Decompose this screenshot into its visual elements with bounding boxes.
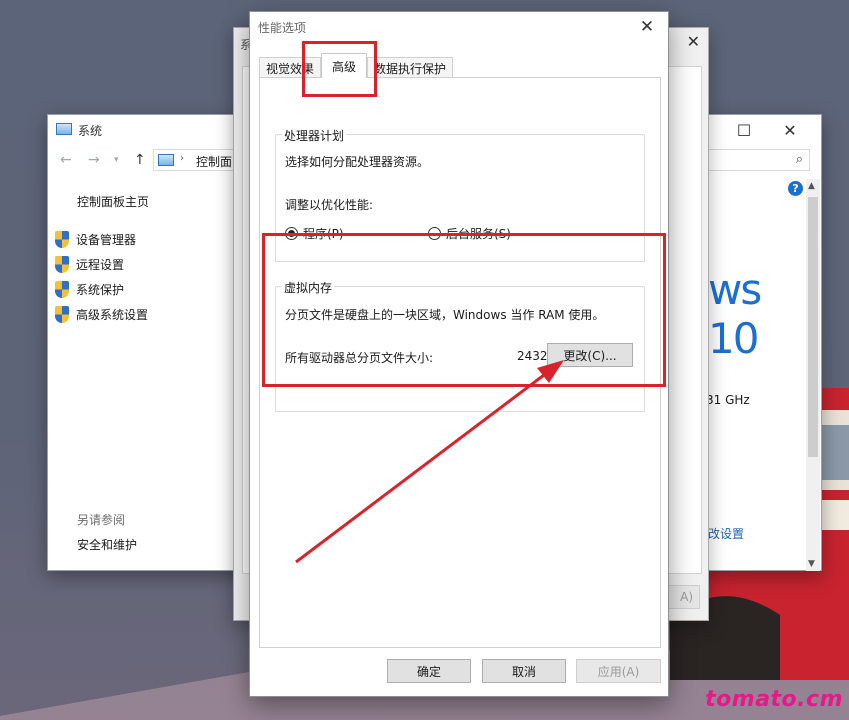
- close-icon[interactable]: ✕: [632, 14, 662, 40]
- dialog-body: 视觉效果 高级 数据执行保护 处理器计划 选择如何分配处理器资源。 调整以优化性…: [250, 42, 668, 696]
- paging-file-size-label: 所有驱动器总分页文件大小:: [285, 351, 434, 365]
- virtual-memory-description: 分页文件是硬盘上的一块区域，Windows 当作 RAM 使用。: [285, 308, 605, 322]
- sidebar-item-advanced-settings[interactable]: 高级系统设置: [54, 302, 148, 327]
- radio-label: 程序(P): [303, 227, 344, 241]
- processor-description: 选择如何分配处理器资源。: [285, 155, 430, 169]
- shield-icon: [54, 280, 70, 299]
- see-also-heading: 另请参阅: [77, 513, 126, 527]
- shield-icon: [54, 305, 70, 324]
- dialog-titlebar: 性能选项 ✕: [250, 12, 668, 42]
- scroll-thumb[interactable]: [808, 197, 818, 457]
- search-input[interactable]: ⌕: [700, 149, 810, 171]
- radio-button[interactable]: [428, 227, 441, 240]
- group-legend: 处理器计划: [282, 127, 347, 144]
- maximize-button[interactable]: ☐: [721, 118, 767, 142]
- sidebar-item-device-manager[interactable]: 设备管理器: [54, 227, 148, 252]
- search-icon[interactable]: ⌕: [796, 152, 803, 167]
- cpu-speed-text: 31 GHz: [706, 393, 750, 407]
- radio-label: 后台服务(S): [446, 227, 511, 241]
- optimize-label: 调整以优化性能:: [285, 198, 374, 212]
- sidebar-item-system-protection[interactable]: 系统保护: [54, 277, 148, 302]
- cancel-button[interactable]: 取消: [482, 659, 566, 683]
- scroll-up-icon[interactable]: ▲: [808, 181, 815, 191]
- tab-strip: 视觉效果 高级 数据执行保护: [259, 53, 454, 78]
- radio-programs[interactable]: 程序(P): [285, 225, 344, 242]
- sidebar-item-label: 高级系统设置: [76, 308, 149, 322]
- scroll-down-icon[interactable]: ▼: [808, 559, 815, 569]
- security-maintenance-link[interactable]: 安全和维护: [77, 536, 137, 553]
- sidebar-item-label: 系统保护: [76, 283, 125, 297]
- help-icon[interactable]: ?: [788, 181, 803, 196]
- tab-visual-effects[interactable]: 视觉效果: [259, 57, 322, 78]
- dialog-title: 性能选项: [258, 21, 307, 35]
- system-window-title: 系统: [78, 124, 103, 138]
- shield-icon: [54, 255, 70, 274]
- close-icon[interactable]: ✕: [687, 32, 700, 51]
- sidebar-item-remote-settings[interactable]: 远程设置: [54, 252, 148, 277]
- sidebar-item-label: 设备管理器: [76, 233, 137, 247]
- close-button[interactable]: ✕: [767, 118, 813, 142]
- computer-icon: [56, 123, 72, 135]
- sidebar-item-label: 远程设置: [76, 258, 125, 272]
- processor-scheduling-group: 处理器计划 选择如何分配处理器资源。 调整以优化性能: 程序(P) 后台服务(S…: [275, 127, 645, 262]
- shield-icon: [54, 230, 70, 249]
- performance-options-dialog: 性能选项 ✕ 视觉效果 高级 数据执行保护 处理器计划 选择如何分配处理器资源。…: [249, 11, 669, 697]
- back-arrow-icon[interactable]: ←: [60, 152, 72, 168]
- watermark: tomato.cm: [705, 687, 843, 712]
- scrollbar[interactable]: ▲ ▼: [806, 179, 820, 571]
- ok-button[interactable]: 确定: [387, 659, 471, 683]
- breadcrumb[interactable]: 控制面: [196, 153, 232, 170]
- radio-background-services[interactable]: 后台服务(S): [428, 225, 511, 242]
- group-legend: 虚拟内存: [282, 279, 335, 296]
- recent-dropdown-icon[interactable]: ▾: [114, 155, 119, 165]
- radio-button[interactable]: [285, 227, 298, 240]
- windows-brand-text: ws 10: [708, 265, 762, 363]
- sidebar-links: 设备管理器 远程设置 系统保护 高级系统设置: [54, 227, 148, 327]
- tab-dep[interactable]: 数据执行保护: [367, 57, 454, 78]
- computer-icon: [158, 154, 174, 166]
- breadcrumb-chevron-icon: ›: [180, 153, 184, 164]
- change-virtual-memory-button[interactable]: 更改(C)...: [547, 343, 633, 367]
- apply-button[interactable]: 应用(A): [576, 659, 661, 683]
- sidebar-home-link[interactable]: 控制面板主页: [77, 193, 149, 210]
- up-arrow-icon[interactable]: ↑: [134, 152, 146, 168]
- change-settings-link[interactable]: 改设置: [708, 525, 744, 542]
- tab-advanced[interactable]: 高级: [321, 53, 368, 78]
- forward-arrow-icon[interactable]: →: [88, 152, 100, 168]
